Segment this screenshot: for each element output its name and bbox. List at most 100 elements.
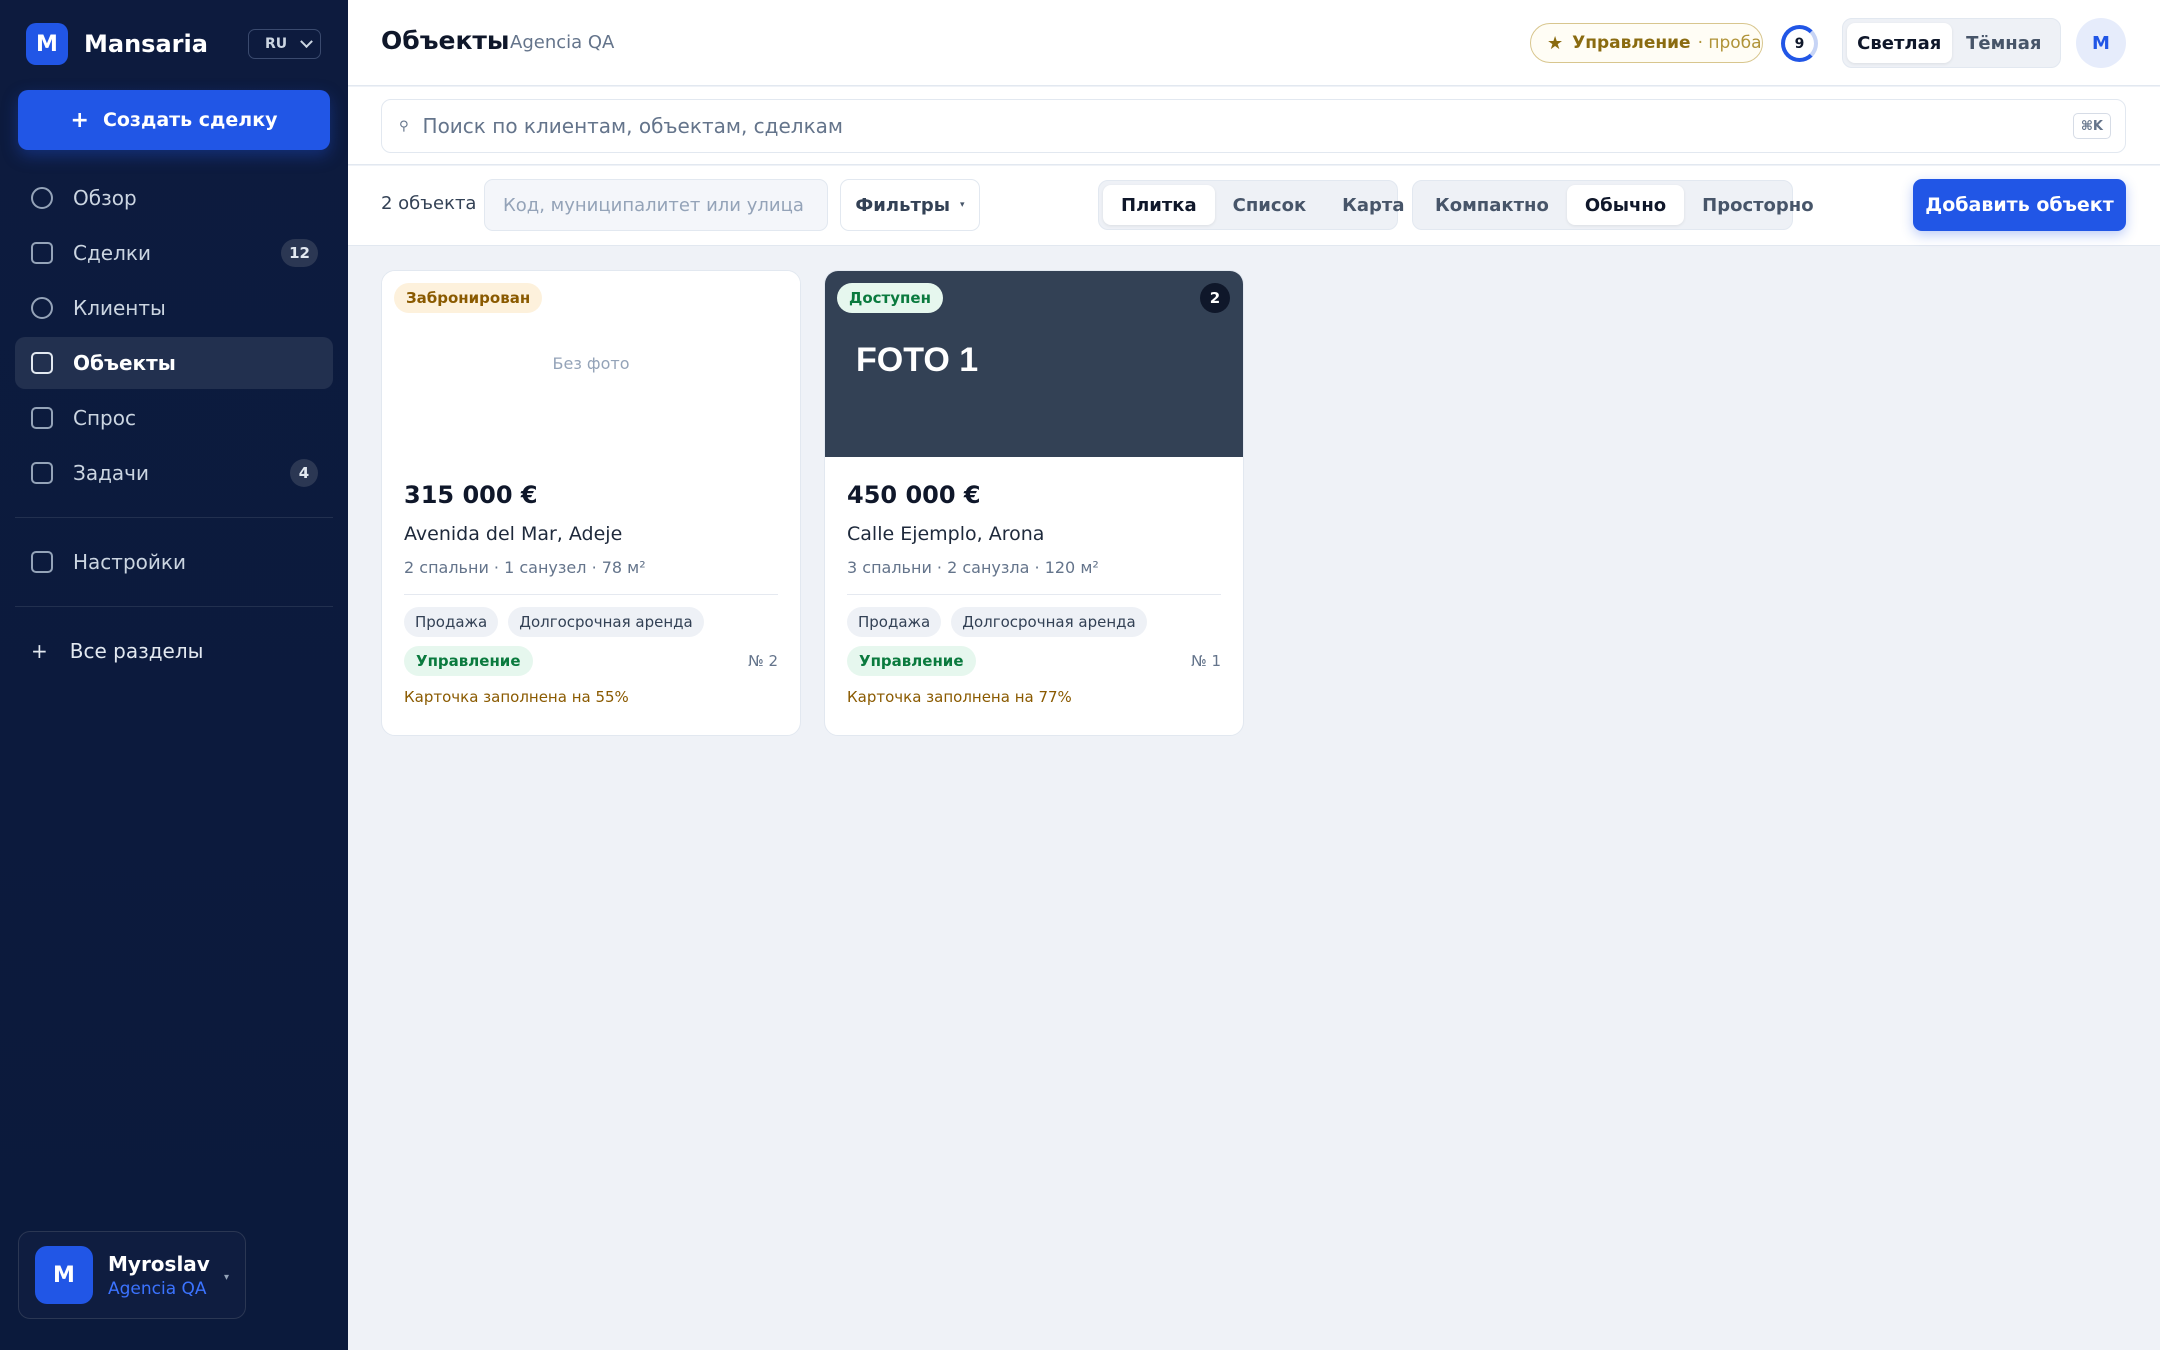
search-icon: ⚲ [399, 118, 409, 134]
filters-label: Фильтры [855, 194, 951, 216]
brand-name: Mansaria [84, 30, 208, 58]
all-sections-label: Все разделы [69, 639, 204, 663]
property-photo: Доступен 2 FOTO 1 [825, 271, 1243, 457]
property-card[interactable]: Доступен 2 FOTO 1 450 000 € Calle Ejempl… [824, 270, 1244, 736]
sidebar-item-label: Спрос [73, 406, 136, 430]
chevron-down-icon: ▾ [223, 1272, 229, 1283]
tasks-icon [31, 462, 53, 484]
sidebar-item-clients[interactable]: Клиенты [15, 282, 333, 334]
property-specs: 2 спальни · 1 санузел · 78 м² [404, 558, 646, 577]
all-sections-button[interactable]: + Все разделы [15, 625, 333, 677]
plan-name: Управление [1572, 33, 1691, 53]
search-input[interactable]: ⚲ Поиск по клиентам, объектам, сделкам ⌘… [381, 99, 2126, 153]
property-price: 450 000 € [847, 481, 981, 509]
brand[interactable]: M Mansaria [26, 22, 208, 66]
photo-label: FOTO 1 [856, 341, 979, 379]
sidebar-item-label: Обзор [73, 186, 137, 210]
card-body: 450 000 € Calle Ejemplo, Arona 3 спальни… [825, 481, 1243, 706]
density-switcher: Компактно Обычно Просторно [1412, 180, 1814, 230]
add-property-button[interactable]: Добавить объект [1913, 179, 2126, 231]
user-name: Myroslav [108, 1251, 210, 1276]
view-list[interactable]: Список [1215, 185, 1325, 225]
management-tag: Управление [847, 646, 976, 676]
card-body: 315 000 € Avenida del Mar, Adeje 2 спаль… [382, 481, 800, 706]
property-card[interactable]: Забронирован Без фото 315 000 € Avenida … [381, 270, 801, 736]
demand-icon [31, 407, 53, 429]
user-info: Myroslav Agencia QA [108, 1252, 210, 1299]
property-number: № 1 [1191, 652, 1221, 670]
tag-sale: Продажа [404, 607, 499, 637]
chevron-down-icon [300, 34, 313, 48]
property-number: № 2 [748, 652, 778, 670]
view-switcher: Плитка Список Карта [1098, 180, 1405, 230]
deals-count-badge: 12 [281, 239, 318, 267]
properties-icon [31, 352, 53, 374]
sidebar-item-label: Задачи [73, 461, 149, 485]
top-header: Объекты Agencia QA ★ Управление · проба … [348, 0, 2160, 86]
property-address: Calle Ejemplo, Arona [847, 523, 1045, 545]
create-deal-button[interactable]: + Создать сделку [18, 90, 330, 150]
card-divider [404, 594, 778, 595]
progress-ring[interactable]: 9 [1781, 25, 1818, 62]
property-specs: 3 спальни · 2 санузла · 120 м² [847, 558, 1099, 577]
card-meta-row: Управление № 2 [404, 646, 778, 676]
property-filter-input[interactable]: Код, муниципалитет или улица [484, 179, 828, 231]
filters-button[interactable]: Фильтры ▾ [840, 179, 980, 231]
deal-type-tags: Продажа Долгосрочная аренда [404, 607, 778, 637]
plan-badge[interactable]: ★ Управление · проба [1530, 23, 1763, 63]
avatar: M [35, 1246, 93, 1304]
sidebar-item-demand[interactable]: Спрос [15, 392, 333, 444]
no-photo-text: Без фото [552, 354, 630, 373]
search-placeholder: Поиск по клиентам, объектам, сделкам [422, 114, 843, 138]
property-price: 315 000 € [404, 481, 538, 509]
sidebar-nav: Обзор Сделки 12 Клиенты Объекты Спрос За… [15, 172, 333, 677]
filter-placeholder: Код, муниципалитет или улица [503, 194, 804, 216]
user-menu[interactable]: M Myroslav Agencia QA ▾ [18, 1231, 246, 1319]
language-select[interactable]: RU [248, 29, 321, 59]
tag-long-term-rent: Долгосрочная аренда [508, 607, 704, 637]
sidebar-item-overview[interactable]: Обзор [15, 172, 333, 224]
page-title: Объекты [381, 26, 510, 55]
sidebar-item-label: Объекты [73, 351, 176, 375]
sidebar-item-tasks[interactable]: Задачи 4 [15, 447, 333, 499]
sidebar-item-properties[interactable]: Объекты [15, 337, 333, 389]
shortcut-hint: ⌘K [2072, 113, 2111, 139]
deals-icon [31, 242, 53, 264]
overview-icon [31, 187, 53, 209]
search-bar-area: ⚲ Поиск по клиентам, объектам, сделкам ⌘… [348, 87, 2160, 165]
theme-dark-option[interactable]: Тёмная [1952, 23, 2057, 63]
density-spacious[interactable]: Просторно [1684, 185, 1831, 225]
status-badge: Доступен [837, 283, 943, 313]
property-photo: Забронирован Без фото [382, 271, 800, 457]
card-divider [847, 594, 1221, 595]
chevron-down-icon: ▾ [960, 200, 965, 210]
plus-icon: + [31, 639, 48, 663]
theme-light-option[interactable]: Светлая [1847, 23, 1952, 63]
create-deal-label: Создать сделку [102, 109, 278, 131]
theme-toggle: Светлая Тёмная [1842, 18, 2061, 68]
density-normal[interactable]: Обычно [1566, 185, 1685, 225]
view-map[interactable]: Карта [1324, 185, 1422, 225]
sidebar-item-deals[interactable]: Сделки 12 [15, 227, 333, 279]
sidebar-item-label: Клиенты [73, 296, 166, 320]
language-value: RU [265, 36, 288, 52]
management-tag: Управление [404, 646, 533, 676]
completion-text: Карточка заполнена на 77% [847, 688, 1072, 706]
progress-ring-count: 9 [1794, 35, 1805, 52]
photo-count-badge: 2 [1200, 283, 1230, 313]
tag-sale: Продажа [847, 607, 942, 637]
property-address: Avenida del Mar, Adeje [404, 523, 623, 545]
tasks-count-badge: 4 [290, 459, 318, 487]
density-compact[interactable]: Компактно [1417, 185, 1567, 225]
sidebar-item-label: Настройки [73, 550, 186, 574]
nav-divider [15, 517, 333, 518]
sidebar-item-settings[interactable]: Настройки [15, 536, 333, 588]
plus-icon: + [70, 107, 89, 133]
card-meta-row: Управление № 1 [847, 646, 1221, 676]
view-tiles[interactable]: Плитка [1103, 185, 1215, 225]
clients-icon [31, 297, 53, 319]
avatar[interactable]: M [2076, 18, 2126, 68]
status-badge: Забронирован [394, 283, 543, 313]
plan-trial: · проба [1697, 33, 1762, 53]
user-org: Agencia QA [108, 1278, 207, 1299]
